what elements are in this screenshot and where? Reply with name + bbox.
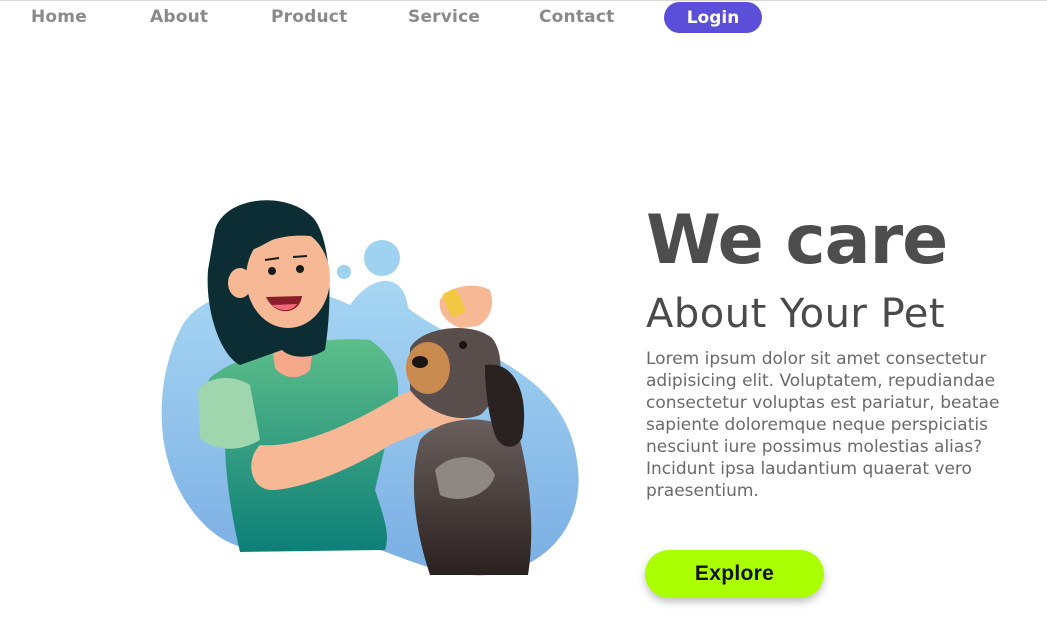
hero-description: Lorem ipsum dolor sit amet consectetur a… bbox=[646, 349, 1000, 501]
explore-button[interactable]: Explore bbox=[645, 550, 824, 598]
hero-title: We care bbox=[646, 201, 948, 280]
nav-service[interactable]: Service bbox=[408, 6, 480, 28]
login-button[interactable]: Login bbox=[664, 2, 762, 33]
hero-subtitle: About Your Pet bbox=[646, 291, 946, 337]
vet-with-dog-illustration bbox=[140, 190, 590, 590]
nav-product[interactable]: Product bbox=[271, 6, 347, 28]
nav-home[interactable]: Home bbox=[31, 6, 87, 28]
top-navigation: Home About Product Service Contact Login bbox=[0, 0, 1047, 36]
nav-about[interactable]: About bbox=[150, 6, 208, 28]
nav-contact[interactable]: Contact bbox=[539, 6, 614, 28]
